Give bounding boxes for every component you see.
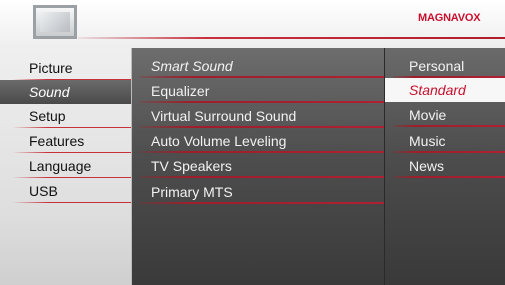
sound-menu-item-smart-sound[interactable]: Smart Sound bbox=[132, 54, 384, 78]
sound-menu-item-label: Auto Volume Leveling bbox=[151, 133, 287, 149]
option-label: Standard bbox=[409, 82, 466, 98]
sound-menu-item-label: Smart Sound bbox=[151, 58, 233, 74]
main-menu-item-label: Picture bbox=[29, 60, 73, 76]
sound-menu: Smart Sound Equalizer Virtual Surround S… bbox=[132, 48, 384, 285]
main-menu-item-picture[interactable]: Picture bbox=[0, 56, 131, 80]
main-menu-item-features[interactable]: Features bbox=[0, 129, 131, 153]
tv-menu-screen: MAGNAVOX Picture Sound Setup Features La… bbox=[0, 0, 505, 285]
tv-icon bbox=[33, 5, 77, 39]
menu-header: MAGNAVOX bbox=[0, 0, 505, 48]
smart-sound-options: Personal Standard Movie Music News bbox=[384, 48, 505, 285]
main-menu-item-label: Sound bbox=[29, 84, 70, 100]
main-menu-item-sound[interactable]: Sound bbox=[0, 80, 131, 104]
brand-logo: MAGNAVOX bbox=[418, 12, 481, 24]
option-standard[interactable]: Standard bbox=[385, 78, 505, 102]
option-label: News bbox=[409, 158, 445, 174]
sound-menu-item-virtual-surround[interactable]: Virtual Surround Sound bbox=[132, 104, 384, 128]
main-menu-item-usb[interactable]: USB bbox=[0, 179, 131, 203]
header-divider bbox=[78, 37, 505, 39]
main-menu-item-label: Features bbox=[29, 133, 85, 149]
sound-menu-item-equalizer[interactable]: Equalizer bbox=[132, 79, 384, 103]
sound-menu-item-label: Virtual Surround Sound bbox=[151, 108, 297, 124]
sound-menu-item-auto-volume[interactable]: Auto Volume Leveling bbox=[132, 129, 384, 153]
main-menu-item-label: Setup bbox=[29, 108, 66, 124]
option-label: Music bbox=[409, 133, 446, 149]
sound-menu-item-label: Primary MTS bbox=[151, 184, 233, 200]
option-music[interactable]: Music bbox=[385, 129, 505, 153]
option-personal[interactable]: Personal bbox=[385, 54, 505, 78]
main-menu-item-label: Language bbox=[29, 158, 92, 174]
option-movie[interactable]: Movie bbox=[385, 103, 505, 127]
main-menu-item-label: USB bbox=[29, 183, 58, 199]
option-news[interactable]: News bbox=[385, 154, 505, 178]
sound-menu-item-tv-speakers[interactable]: TV Speakers bbox=[132, 154, 384, 178]
main-menu-item-setup[interactable]: Setup bbox=[0, 104, 131, 128]
sound-menu-item-primary-mts[interactable]: Primary MTS bbox=[132, 180, 384, 204]
sound-menu-item-label: Equalizer bbox=[151, 83, 210, 99]
option-label: Movie bbox=[409, 107, 447, 123]
option-label: Personal bbox=[409, 58, 465, 74]
main-menu: Picture Sound Setup Features Language US… bbox=[0, 48, 132, 285]
main-menu-item-language[interactable]: Language bbox=[0, 154, 131, 178]
sound-menu-item-label: TV Speakers bbox=[151, 158, 232, 174]
